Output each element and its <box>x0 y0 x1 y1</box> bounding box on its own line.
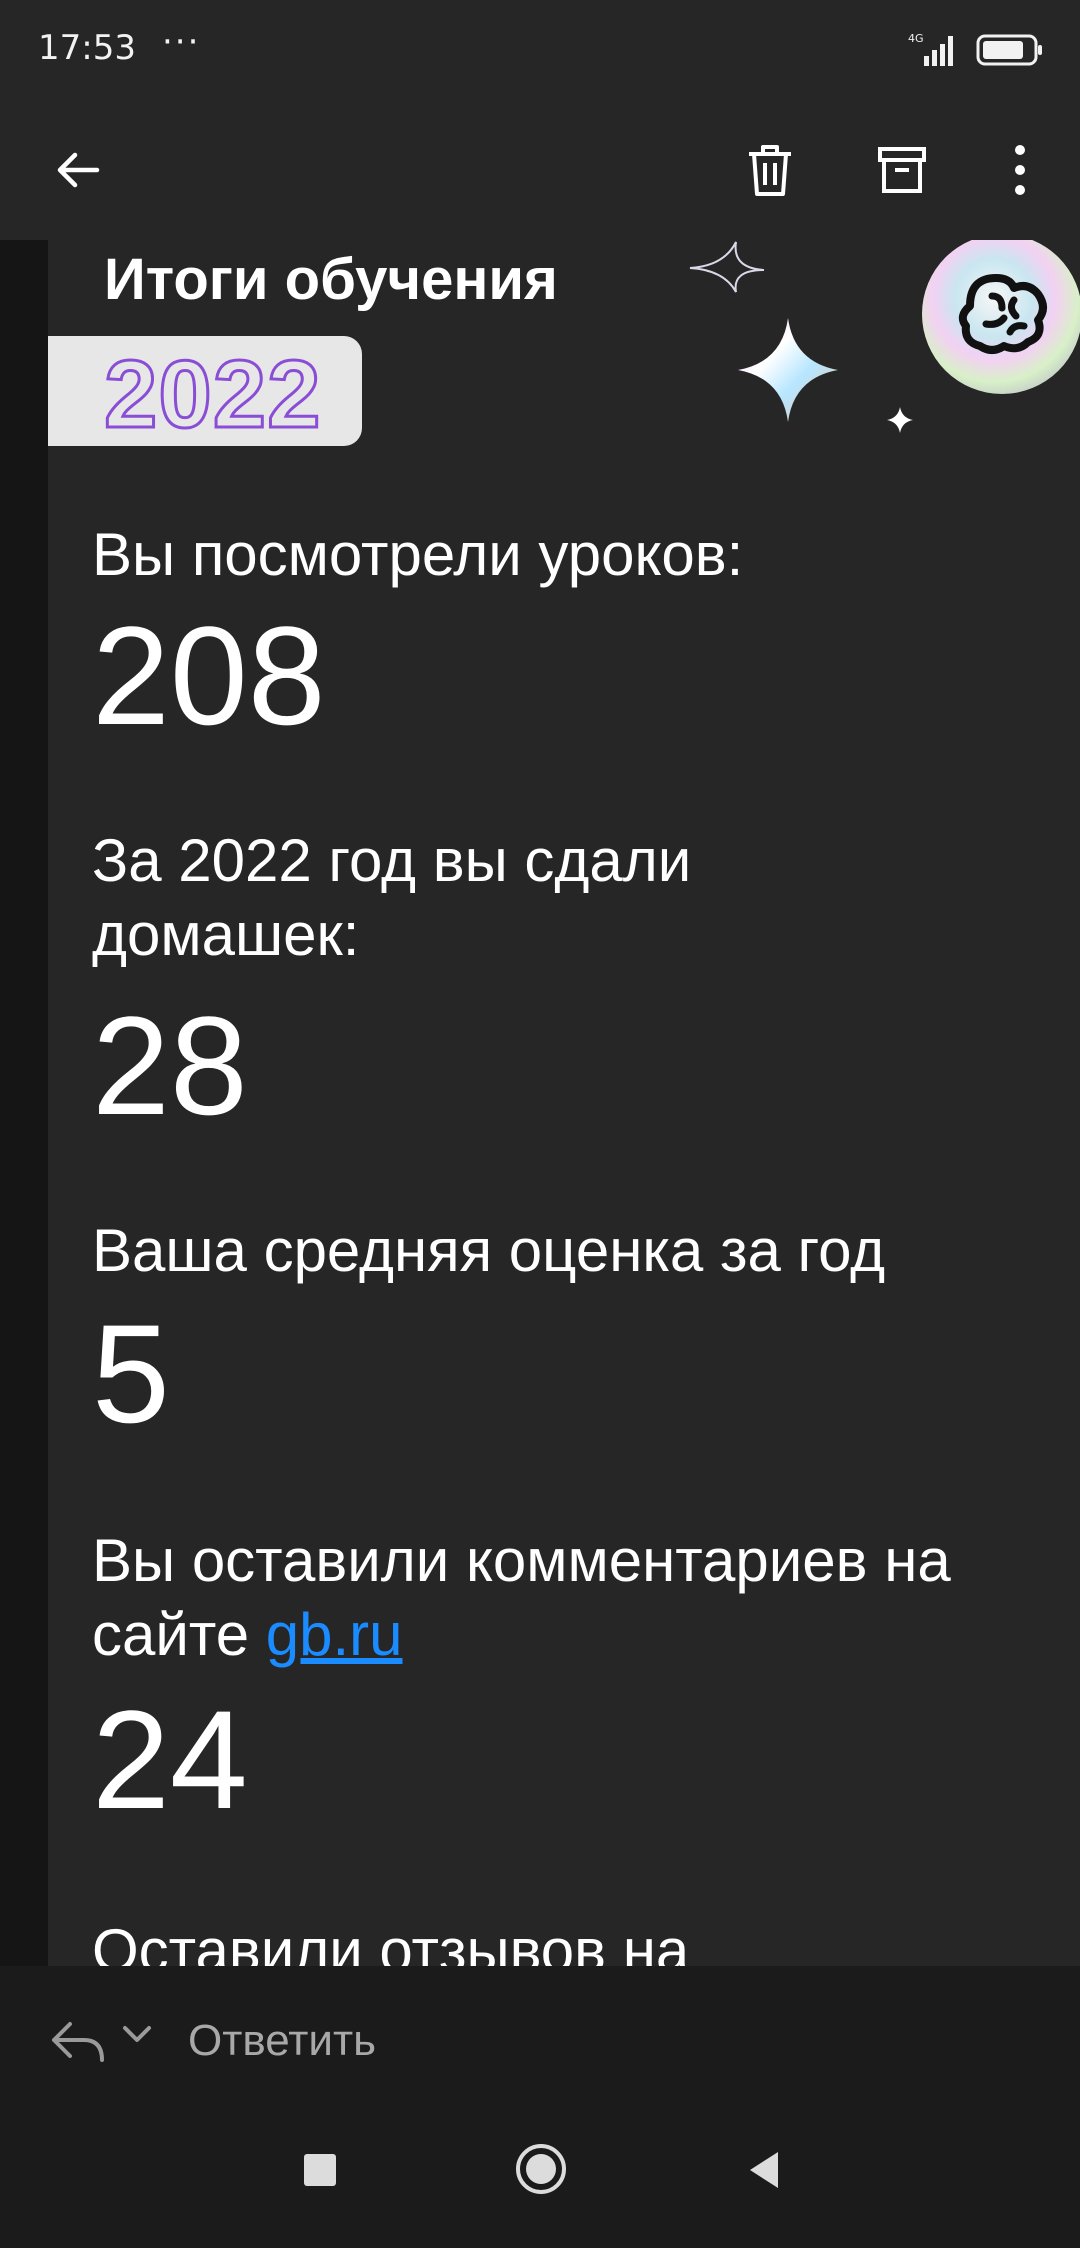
email-toolbar <box>0 100 1080 240</box>
signal-icon: 4G <box>908 32 953 66</box>
chevron-down-icon[interactable] <box>122 2024 152 2046</box>
stat-label-grade: Ваша средняя оценка за год <box>92 1217 886 1284</box>
sparkle-small-icon <box>887 407 913 433</box>
archive-icon <box>878 147 926 193</box>
status-time: 17:53 <box>38 28 136 68</box>
gb-ru-link[interactable]: gb.ru <box>266 1601 403 1668</box>
year-badge: 2022 <box>48 336 362 450</box>
stat-value-homeworks: 28 <box>92 987 248 1144</box>
stat-label-comments-text: Вы оставили комментариев на сайте <box>92 1527 951 1668</box>
reply-button[interactable]: Ответить <box>188 2016 376 2066</box>
left-margin-stripe <box>0 240 48 1966</box>
trash-icon <box>749 145 791 196</box>
brain-logo-icon <box>922 240 1080 394</box>
back-button[interactable] <box>38 130 118 210</box>
status-bar: 17:53 ··· 4G <box>0 0 1080 100</box>
reply-icon[interactable] <box>50 2018 106 2064</box>
stat-value-grade: 5 <box>92 1295 170 1452</box>
stat-label-homeworks: За 2022 год вы сдали домашек: <box>92 827 692 968</box>
recents-button[interactable] <box>304 2154 336 2186</box>
more-options-button[interactable] <box>980 130 1060 210</box>
archive-button[interactable] <box>862 130 942 210</box>
year-label: 2022 <box>103 340 323 450</box>
battery-icon <box>976 34 1042 66</box>
arrow-left-icon <box>57 152 100 188</box>
back-nav-button[interactable] <box>744 2148 784 2192</box>
network-type-label: 4G <box>908 32 924 45</box>
sparkle-outline-icon <box>689 241 765 293</box>
system-nav-bar <box>0 2126 1080 2248</box>
stat-label-comments: Вы оставили комментариев на сайте gb.ru <box>92 1524 1052 1672</box>
reply-bar: Ответить <box>0 1966 1080 2126</box>
stat-label-reviews: Оставили отзывов на <box>92 1917 690 1966</box>
sparkle-large-icon <box>738 318 838 422</box>
stat-value-lessons: 208 <box>92 597 326 754</box>
notification-dots: ··· <box>162 22 201 62</box>
email-body: Итоги обучения 2022 Вы посмотрели уроков… <box>0 240 1080 1966</box>
stat-label-lessons: Вы посмотрели уроков: <box>92 521 744 588</box>
more-vertical-icon <box>1015 145 1025 195</box>
stat-value-comments: 24 <box>92 1681 248 1838</box>
delete-button[interactable] <box>730 130 810 210</box>
home-button[interactable] <box>514 2142 568 2196</box>
email-heading: Итоги обучения <box>104 247 558 312</box>
